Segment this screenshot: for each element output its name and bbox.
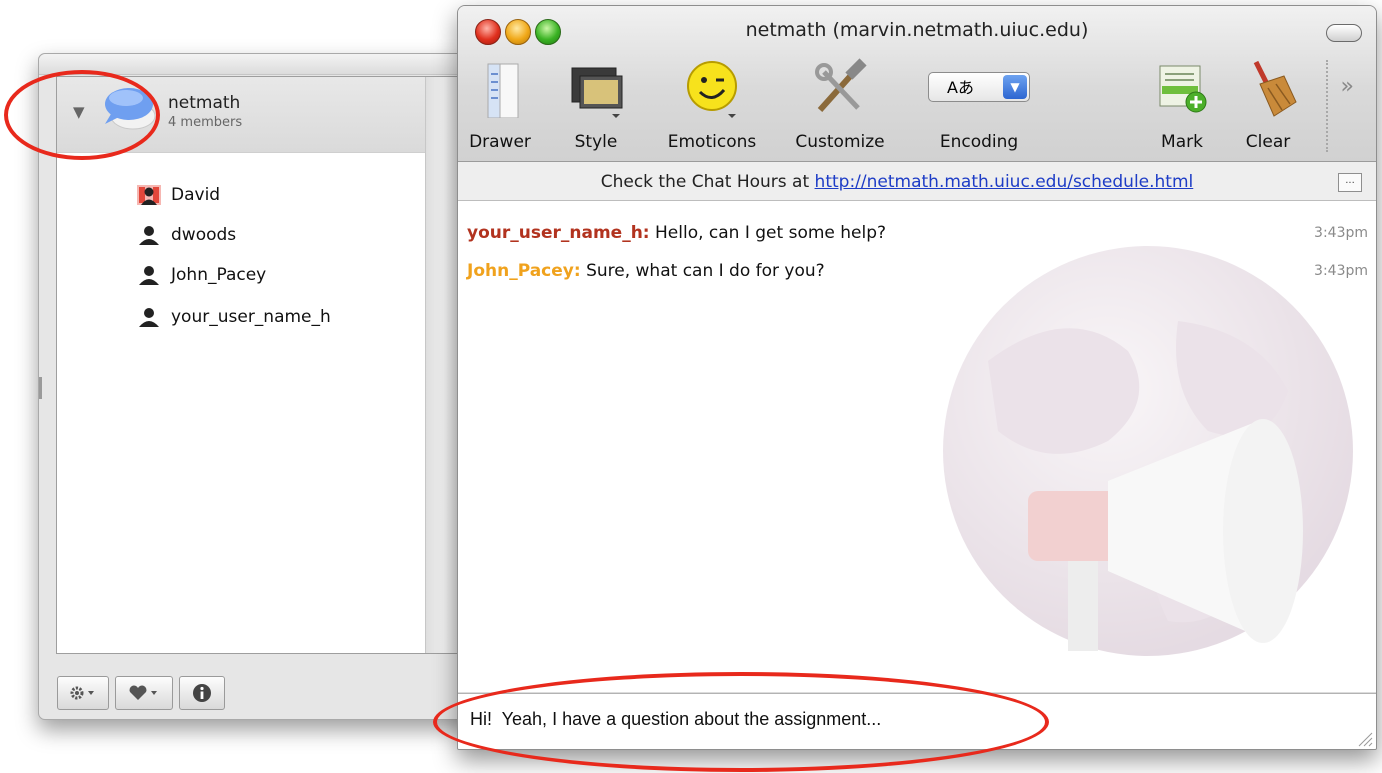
member-name: dwoods [171,225,237,245]
window-title: netmath (marvin.netmath.uiuc.edu) [745,19,1089,41]
encoding-button[interactable]: Aあ ▼ Encoding [924,58,1034,158]
message-timestamp: 3:43pm [1314,225,1368,241]
info-icon [193,684,211,702]
toolbar-separator [1326,60,1328,152]
customize-label: Customize [795,132,885,152]
gear-icon [70,686,94,700]
member-name: your_user_name_h [171,307,331,327]
disclosure-triangle-icon[interactable]: ▼ [73,103,85,121]
member-item-dwoods[interactable]: dwoods [137,223,236,247]
group-name: netmath [168,93,241,113]
topic-text: Check the Chat Hours at http://netmath.m… [458,172,1336,192]
message-sender[interactable]: John_Pacey: [467,261,581,281]
drawer-button[interactable]: Drawer [469,58,531,158]
chat-bubble-icon [105,88,156,130]
group-member-count: 4 members [168,115,243,130]
heart-icon [129,685,157,700]
topic-bar: Check the Chat Hours at http://netmath.m… [458,162,1376,201]
dropdown-arrow-icon: ▼ [1003,75,1027,99]
person-icon [139,308,159,327]
encoding-label: Encoding [939,132,1019,152]
chat-titlebar[interactable]: netmath (marvin.netmath.uiuc.edu) Drawer [458,6,1376,162]
contact-window-titlebar[interactable] [39,54,479,75]
mark-icon [1159,65,1207,113]
message-input[interactable] [468,708,1272,731]
member-name: John_Pacey [171,265,267,285]
message-text: Hello, can I get some help? [649,223,887,243]
tools-icon [815,58,867,113]
broom-icon [1253,60,1297,117]
clear-label: Clear [1245,132,1291,152]
emoticons-label: Emoticons [667,132,757,152]
drawer-icon [487,63,519,119]
member-item-david[interactable]: David [137,183,220,207]
resize-grip-icon[interactable] [1357,731,1373,747]
person-active-icon [137,185,161,205]
message-row: your_user_name_h: Hello, can I get some … [467,223,886,243]
action-menu-button[interactable] [57,676,109,710]
toolbar-toggle-button[interactable] [1326,24,1362,42]
member-item-john-pacey[interactable]: John_Pacey [137,263,266,287]
message-text: Sure, what can I do for you? [580,261,825,281]
person-icon [139,266,159,285]
member-item-your-user-name-h[interactable]: your_user_name_h [137,305,331,329]
person-icon [139,226,159,245]
favorites-menu-button[interactable] [115,676,173,710]
style-icon [571,67,623,118]
contact-list: ▼ netmath 4 members David dwoods John_Pa… [56,76,466,654]
emoticons-button[interactable]: Emoticons [668,58,756,158]
info-button[interactable] [179,676,225,710]
smiley-icon [687,61,737,118]
message-input-area[interactable] [458,693,1376,749]
group-row-netmath[interactable]: ▼ netmath 4 members [57,77,425,153]
style-label: Style [574,132,618,152]
edit-topic-button[interactable]: ... [1338,173,1362,192]
contact-list-window: ▼ netmath 4 members David dwoods John_Pa… [38,53,480,720]
message-log: your_user_name_h: Hello, can I get some … [458,201,1376,692]
encoding-value: Aあ [947,78,974,97]
clear-button[interactable]: Clear [1238,58,1298,158]
topic-prefix: Check the Chat Hours at [600,172,815,192]
encoding-popup[interactable]: Aあ ▼ [928,72,1030,102]
globe-megaphone-watermark [943,246,1353,656]
message-row: John_Pacey: Sure, what can I do for you? [467,261,825,281]
more-tools-icon[interactable]: » [1341,74,1354,99]
schedule-link[interactable]: http://netmath.math.uiuc.edu/schedule.ht… [815,172,1194,192]
drawer-resize-handle[interactable] [39,377,42,399]
mark-button[interactable]: Mark [1152,58,1212,158]
message-timestamp: 3:43pm [1314,263,1368,279]
customize-button[interactable]: Customize [795,58,885,158]
message-sender[interactable]: your_user_name_h: [467,223,650,243]
member-name: David [171,185,221,205]
style-button[interactable]: Style [566,58,626,158]
chat-window: netmath (marvin.netmath.uiuc.edu) Drawer [457,5,1377,750]
